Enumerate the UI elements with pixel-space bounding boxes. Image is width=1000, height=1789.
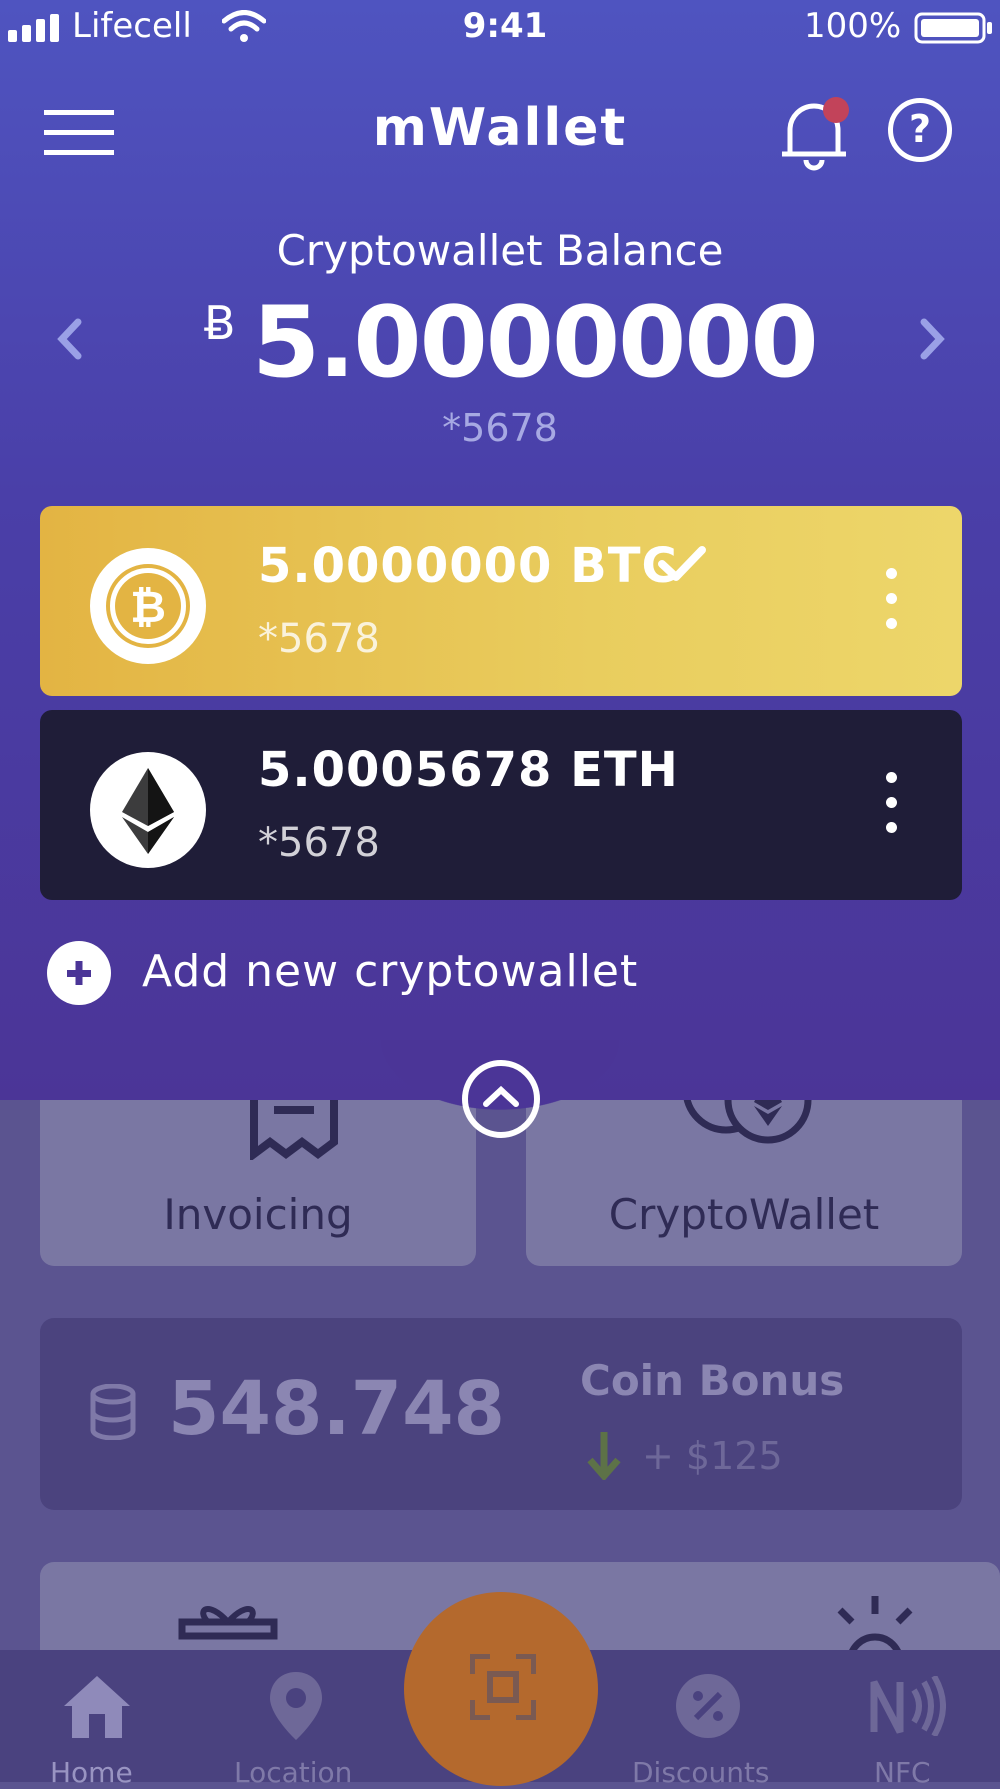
coin-bonus-card[interactable]: 548.748 Coin Bonus + $125 <box>40 1318 962 1510</box>
chevron-right-icon <box>920 318 945 360</box>
arrow-down-icon <box>587 1432 621 1480</box>
add-cryptowallet-label: Add new cryptowallet <box>142 946 639 997</box>
help-button[interactable]: ? <box>888 98 952 162</box>
bell-icon <box>782 97 849 171</box>
more-dot <box>886 822 897 833</box>
status-bar: Lifecell 9:41 100% <box>0 0 1000 58</box>
ethereum-coin-icon <box>90 752 206 868</box>
eth-wallet-more-button[interactable] <box>886 772 900 847</box>
nav-home-label: Home <box>50 1756 133 1789</box>
nav-discounts[interactable]: Discounts <box>630 1650 790 1789</box>
eth-wallet-amount: 5.0005678 ETH <box>258 742 679 798</box>
cryptowallet-label: CryptoWallet <box>608 1190 880 1239</box>
plus-circle-icon <box>47 941 111 1005</box>
chevron-up-icon <box>483 1085 519 1107</box>
checkmark-icon <box>658 546 706 581</box>
home-icon <box>64 1676 130 1738</box>
btc-wallet-more-button[interactable] <box>886 568 900 643</box>
menu-button[interactable] <box>44 108 116 158</box>
nav-nfc[interactable]: NFC <box>854 1650 964 1789</box>
balance-amount: 5.0000000 <box>252 286 819 400</box>
clock: 9:41 <box>462 6 548 46</box>
nav-discounts-label: Discounts <box>632 1756 770 1789</box>
nav-location[interactable]: Location <box>226 1650 376 1789</box>
coins-stack-icon <box>90 1384 136 1440</box>
balance-account-number: *5678 <box>442 406 558 450</box>
notifications-button[interactable] <box>780 96 850 172</box>
wifi-icon <box>222 10 266 42</box>
more-dot <box>886 593 897 604</box>
previous-wallet-button[interactable] <box>50 316 90 362</box>
coin-bonus-label: Coin Bonus <box>580 1356 845 1405</box>
discount-icon <box>676 1674 740 1738</box>
eth-wallet-card[interactable]: 5.0005678 ETH *5678 <box>40 710 962 900</box>
coin-bonus-value: 548.748 <box>168 1366 506 1452</box>
add-cryptowallet-button[interactable]: Add new cryptowallet <box>46 940 646 1006</box>
help-icon: ? <box>908 107 932 151</box>
hamburger-icon <box>44 110 114 155</box>
balance-label: Cryptowallet Balance <box>276 226 724 275</box>
app-title: mWallet <box>372 98 628 158</box>
more-dot <box>886 568 897 579</box>
bitcoin-coin-icon: ₿ <box>90 548 206 664</box>
btc-wallet-card[interactable]: ₿ 5.0000000 BTC *5678 <box>40 506 962 696</box>
next-wallet-button[interactable] <box>912 316 952 362</box>
nav-location-label: Location <box>234 1756 353 1789</box>
more-dot <box>886 772 897 783</box>
balance-currency-symbol: Ƀ <box>204 296 236 350</box>
scan-icon <box>470 1654 536 1720</box>
scan-button[interactable] <box>404 1592 598 1786</box>
nav-home[interactable]: Home <box>40 1650 160 1789</box>
more-dot <box>886 618 897 629</box>
location-pin-icon <box>270 1672 322 1740</box>
nfc-icon <box>870 1676 946 1736</box>
nav-nfc-label: NFC <box>874 1756 931 1789</box>
signal-icon <box>8 14 59 42</box>
battery-icon <box>914 12 992 44</box>
more-dot <box>886 797 897 808</box>
chevron-left-icon <box>57 318 82 360</box>
eth-wallet-account: *5678 <box>258 820 380 866</box>
carrier-name: Lifecell <box>72 6 192 46</box>
invoicing-label: Invoicing <box>163 1190 353 1239</box>
collapse-panel-button[interactable] <box>462 1060 540 1138</box>
coin-bonus-delta: + $125 <box>642 1434 783 1478</box>
btc-wallet-account: *5678 <box>258 616 380 662</box>
svg-text:₿: ₿ <box>130 582 166 633</box>
btc-wallet-amount: 5.0000000 BTC <box>258 538 678 594</box>
battery-percent: 100% <box>804 6 902 46</box>
